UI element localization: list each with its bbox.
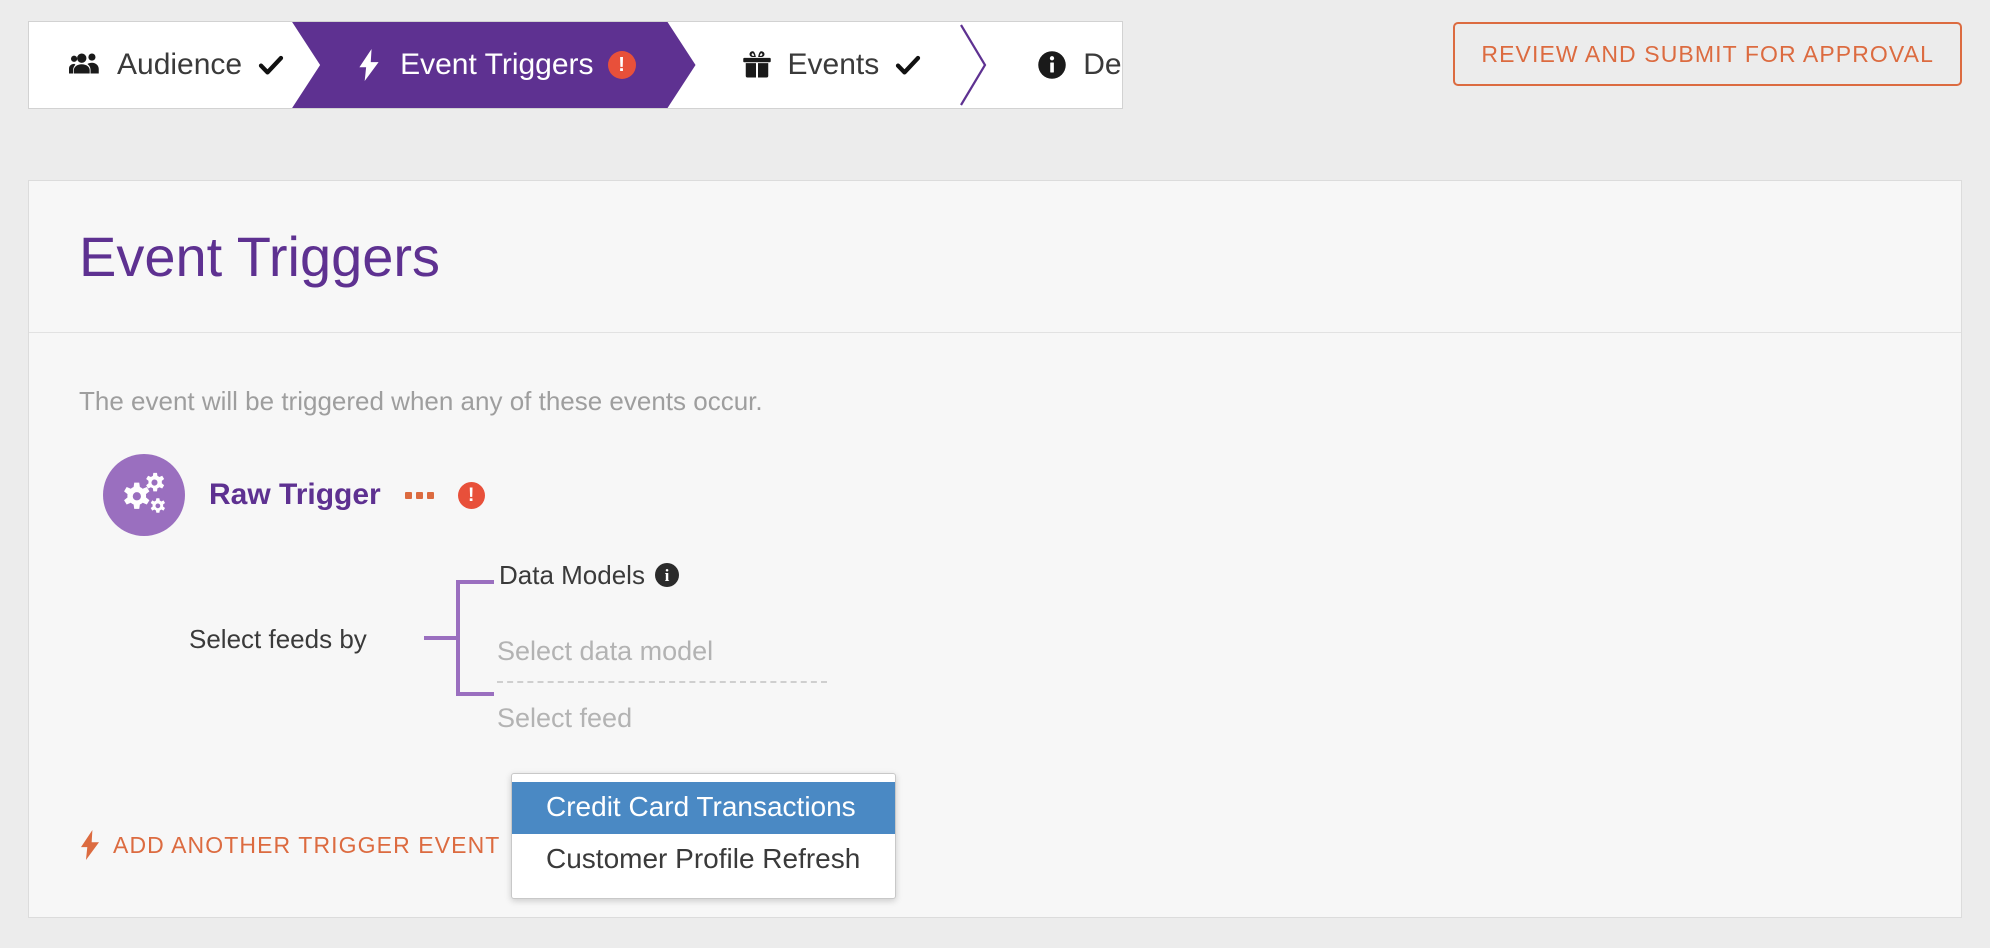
- ellipsis-icon[interactable]: [404, 491, 434, 499]
- dropdown-option-credit-card-transactions[interactable]: Credit Card Transactions: [512, 782, 895, 835]
- info-icon: [1035, 48, 1069, 82]
- error-exclamation-icon: !: [457, 481, 485, 509]
- card-description: The event will be triggered when any of …: [79, 386, 763, 416]
- check-icon: [256, 50, 286, 80]
- event-triggers-card: Event Triggers The event will be trigger…: [28, 180, 1962, 918]
- feed-options-dropdown: Credit Card Transactions Customer Profil…: [511, 773, 896, 900]
- bolt-icon: [79, 830, 101, 860]
- wizard-step-audience[interactable]: Audience: [29, 22, 321, 108]
- trigger-name: Raw Trigger: [209, 478, 381, 511]
- select-feed-input[interactable]: Select feed: [497, 703, 827, 748]
- data-models-label-group: Data Models i: [499, 562, 679, 588]
- chevron-separator-icon: [957, 22, 991, 108]
- wizard-step-nav: Audience Event Triggers ! Events De: [28, 21, 1123, 109]
- bracket-arm-bottom: [456, 692, 494, 696]
- bracket-stem: [424, 636, 457, 640]
- wizard-step-label: Event Triggers: [400, 48, 594, 81]
- data-models-label: Data Models: [499, 560, 645, 590]
- select-feeds-by-label: Select feeds by: [189, 624, 367, 654]
- wizard-step-label: Events: [787, 48, 880, 81]
- wizard-step-details[interactable]: Details: [991, 22, 1122, 108]
- gift-icon: [740, 48, 774, 82]
- trigger-row: Raw Trigger !: [103, 454, 1961, 536]
- add-another-trigger-event-link[interactable]: ADD ANOTHER TRIGGER EVENT: [79, 830, 500, 860]
- add-another-trigger-event-label: ADD ANOTHER TRIGGER EVENT: [113, 831, 501, 858]
- page-title: Event Triggers: [79, 224, 441, 288]
- top-bar: Audience Event Triggers ! Events De REVI…: [0, 0, 1990, 112]
- select-data-model-input[interactable]: Select data model: [497, 636, 827, 683]
- wizard-step-events[interactable]: Events: [695, 22, 958, 108]
- wizard-step-label: Details: [1083, 48, 1122, 81]
- wizard-step-event-triggers[interactable]: Event Triggers !: [292, 22, 695, 108]
- check-icon: [893, 50, 923, 80]
- error-exclamation-icon: !: [608, 51, 636, 79]
- info-icon[interactable]: i: [654, 563, 679, 587]
- bolt-icon: [352, 48, 386, 82]
- users-icon: [69, 48, 103, 82]
- gears-icon: [103, 454, 185, 536]
- wizard-step-label: Audience: [117, 48, 243, 81]
- review-and-submit-button[interactable]: REVIEW AND SUBMIT FOR APPROVAL: [1453, 22, 1962, 86]
- dropdown-option-customer-profile-refresh[interactable]: Customer Profile Refresh: [512, 834, 895, 886]
- card-header: Event Triggers: [29, 181, 1961, 333]
- feeds-selector-area: Select feeds by Data Models i Select dat…: [79, 548, 1961, 900]
- bracket-arm-top: [456, 580, 494, 584]
- bracket-vertical: [456, 580, 460, 696]
- card-body: The event will be triggered when any of …: [29, 333, 1961, 918]
